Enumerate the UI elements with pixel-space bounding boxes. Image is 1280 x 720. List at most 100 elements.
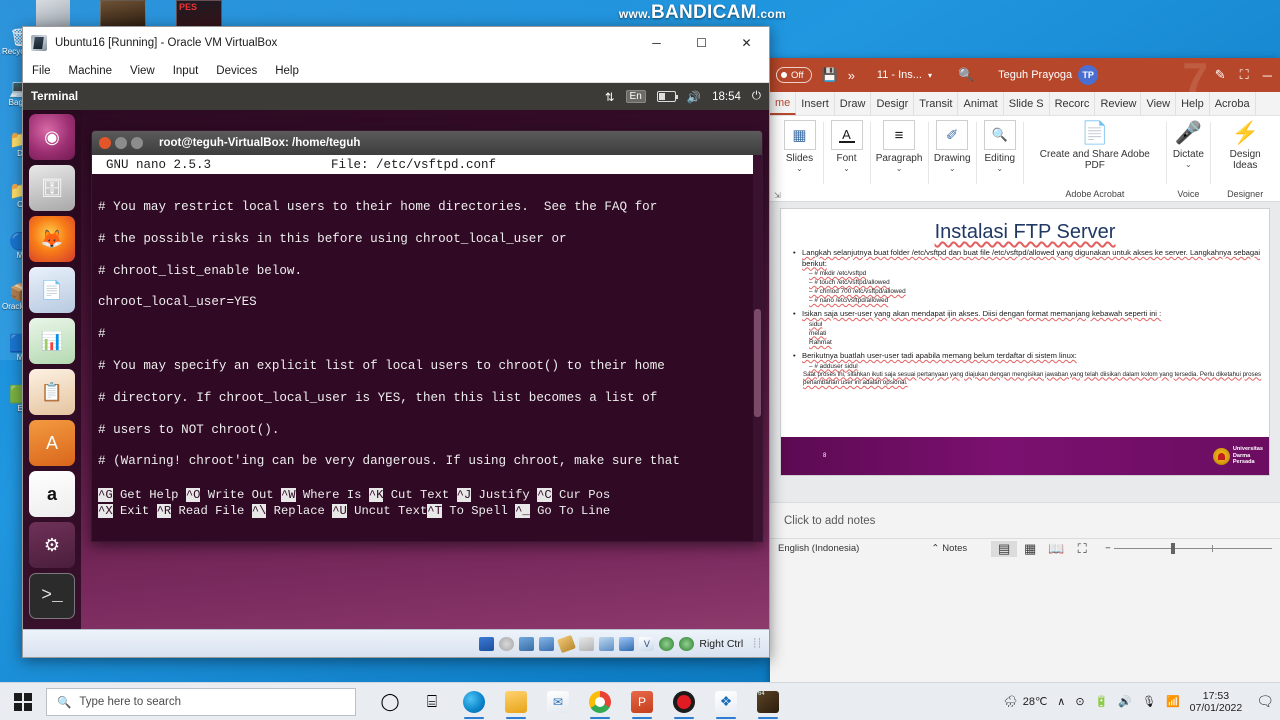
shortcut-label[interactable]: Justify	[479, 488, 530, 502]
slide-list-item[interactable]: Rahmat	[809, 338, 1269, 347]
minimize-icon[interactable]: ─	[1263, 68, 1272, 83]
zoom-track[interactable]	[1113, 543, 1272, 554]
language-status[interactable]: English (Indonesia)	[778, 543, 859, 554]
system-settings-icon[interactable]: ⚙	[29, 522, 75, 568]
desktop-photo-icon[interactable]	[100, 0, 146, 28]
shortcut-label[interactable]: Uncut Text	[354, 504, 427, 518]
tab-view[interactable]: View	[1141, 92, 1177, 115]
shortcut-label[interactable]: Go To Line	[537, 504, 610, 518]
menu-devices[interactable]: Devices	[216, 65, 257, 77]
menu-file[interactable]: File	[32, 65, 51, 77]
shortcut-key[interactable]: ^\	[251, 503, 267, 518]
close-button[interactable]: ✕	[724, 27, 769, 59]
chevron-down-icon[interactable]: ⌄	[1185, 160, 1192, 169]
scrollbar-thumb[interactable]	[754, 309, 761, 418]
shortcut-key[interactable]: ^J	[456, 488, 472, 502]
shortcut-label[interactable]: Where Is	[303, 488, 362, 502]
network-indicator-icon[interactable]: ⇅	[605, 90, 615, 104]
battery-icon[interactable]: 🔋	[1095, 695, 1109, 708]
weather-widget[interactable]: 🌧 28℃	[1004, 695, 1048, 708]
slide-canvas[interactable]: Instalasi FTP Server Langkah selanjutnya…	[780, 208, 1270, 476]
keyboard-layout-indicator[interactable]: En	[625, 90, 646, 103]
zoom-slider[interactable]: −	[1105, 543, 1272, 554]
slide-bullet[interactable]: Berikutnya buatlah user-user tadi apabil…	[793, 351, 1269, 362]
recorder-icon[interactable]	[664, 683, 704, 720]
zoom-out-button[interactable]: −	[1105, 543, 1111, 554]
slide-title[interactable]: Instalasi FTP Server	[781, 221, 1269, 244]
taskbar-clock[interactable]: 17:53 07/01/2022	[1190, 690, 1243, 714]
microphone-icon[interactable]: 🎙	[1142, 695, 1156, 708]
task-view-icon[interactable]: ⌸	[412, 683, 452, 720]
shortcut-key[interactable]: ^G	[98, 488, 113, 502]
volume-icon[interactable]: 🔊	[1118, 695, 1132, 708]
network-icon[interactable]: 📶	[1166, 695, 1180, 708]
ribbon-group-designer[interactable]: ⚡ Design Ideas Designer	[1210, 116, 1280, 200]
slide-note-text[interactable]: Saat proses ini, silahkan ikuti saja ses…	[803, 371, 1269, 388]
slide-sub-bullet[interactable]: – # nano /etc/vsftpd/allowed	[809, 296, 1269, 305]
ubuntu-dash-icon[interactable]: ◉	[29, 114, 75, 160]
battery-icon[interactable]	[656, 91, 678, 102]
shortcut-key[interactable]: ^K	[368, 488, 384, 502]
slide-bullet[interactable]: Isikan saja user-user yang akan mendapat…	[793, 309, 1269, 320]
shortcut-key[interactable]: ^X	[98, 503, 113, 518]
menu-view[interactable]: View	[130, 65, 155, 77]
shortcut-label[interactable]: Exit	[120, 504, 149, 518]
tab-draw[interactable]: Draw	[835, 92, 872, 115]
optical-disk-icon[interactable]	[499, 636, 515, 651]
display-icon[interactable]	[599, 636, 615, 651]
notes-toggle-button[interactable]: ⌃ Notes	[931, 543, 967, 554]
virtualbox-icon[interactable]: ❖	[706, 683, 746, 720]
tab-insert[interactable]: Insert	[796, 92, 835, 115]
terminal-scrollbar[interactable]	[753, 155, 762, 541]
audio-icon[interactable]	[519, 636, 535, 651]
ribbon-group-editing[interactable]: 🔍 Editing ⌄	[976, 116, 1023, 200]
volume-icon[interactable]: 🔊	[687, 90, 701, 104]
desktop-trash-icon[interactable]	[36, 0, 70, 28]
tab-slide-show[interactable]: Slide S	[1004, 92, 1050, 115]
amazon-icon[interactable]: a	[29, 471, 75, 517]
cortana-icon[interactable]: ◯	[370, 683, 410, 720]
mail-icon[interactable]: ✉	[538, 683, 578, 720]
libreoffice-impress-icon[interactable]: 📋	[29, 369, 75, 415]
powerpoint-icon[interactable]: P	[622, 683, 662, 720]
slide-show-view-icon[interactable]: ⛶	[1069, 541, 1095, 557]
autosave-toggle[interactable]: Off	[776, 67, 812, 83]
ribbon-group-drawing[interactable]: ✐ Drawing ⌄	[928, 116, 976, 200]
shortcut-label[interactable]: Get Help	[120, 488, 179, 502]
tab-review[interactable]: Review	[1095, 92, 1142, 115]
tab-animations[interactable]: Animat	[958, 92, 1004, 115]
pen-icon[interactable]: ✎	[1215, 67, 1226, 83]
tab-help[interactable]: Help	[1176, 92, 1210, 115]
document-caret-icon[interactable]: ▾	[928, 71, 932, 80]
search-input[interactable]: 🔍 Type here to search	[46, 687, 356, 716]
shortcut-label[interactable]: To Spell	[449, 504, 508, 518]
ribbon-group-slides[interactable]: ▦ Slides ⌄	[776, 116, 823, 200]
menu-input[interactable]: Input	[173, 65, 199, 77]
chevron-down-icon[interactable]: ⌄	[949, 164, 956, 173]
ribbon-group-voice[interactable]: 🎤 Dictate ⌄ Voice	[1166, 116, 1210, 200]
slide-sub-bullet[interactable]: – # adduser sidul	[809, 362, 1269, 371]
zoom-handle[interactable]	[1170, 543, 1175, 554]
terminal-icon[interactable]: >_	[29, 573, 75, 619]
hard-disk-icon[interactable]	[479, 636, 495, 651]
libreoffice-calc-icon[interactable]: 📊	[29, 318, 75, 364]
reading-view-icon[interactable]: 📖	[1043, 541, 1069, 557]
shortcut-key[interactable]: ^W	[280, 488, 296, 502]
chevron-down-icon[interactable]: ⌄	[796, 164, 803, 173]
mouse-capture-icon[interactable]	[659, 636, 675, 651]
action-center-icon[interactable]: 🗨	[1256, 693, 1274, 710]
microsoft-edge-icon[interactable]	[454, 683, 494, 720]
start-button[interactable]	[0, 683, 46, 720]
network-icon[interactable]	[539, 636, 555, 651]
tab-transitions[interactable]: Transit	[914, 92, 959, 115]
terminal-maximize-icon[interactable]	[131, 137, 143, 149]
ribbon-group-adobe-acrobat[interactable]: 📄 Create and Share Adobe PDF Adobe Acrob…	[1023, 116, 1166, 200]
shortcut-label[interactable]: Cur Pos	[559, 488, 610, 502]
nano-text-buffer[interactable]: # You may restrict local users to their …	[92, 174, 762, 482]
google-chrome-icon[interactable]	[580, 683, 620, 720]
ribbon-group-font[interactable]: A Font ⌄	[823, 116, 870, 200]
account-name[interactable]: Teguh Prayoga	[998, 69, 1072, 81]
chevron-down-icon[interactable]: ⌄	[996, 164, 1003, 173]
show-hidden-icons-chevron[interactable]: ∧	[1057, 695, 1065, 708]
search-icon[interactable]: 🔍	[958, 67, 974, 83]
